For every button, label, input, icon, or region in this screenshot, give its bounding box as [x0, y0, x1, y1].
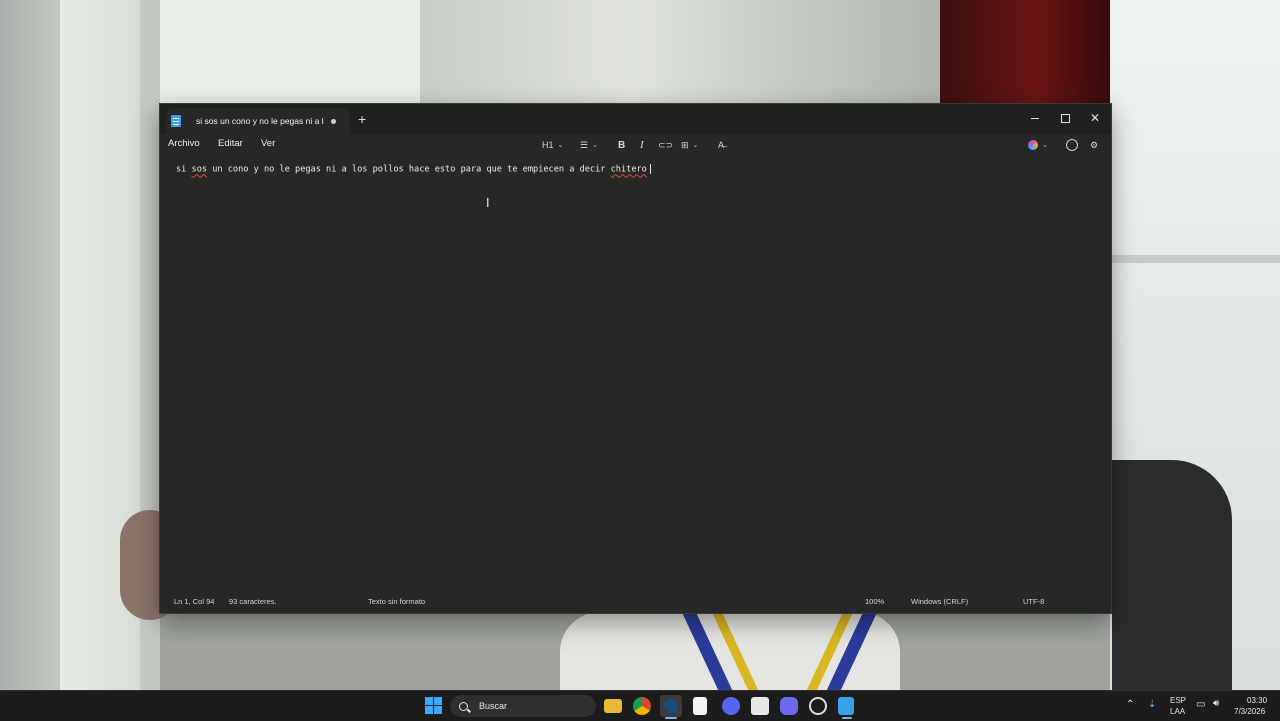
new-tab-button[interactable]: +	[358, 112, 366, 126]
account-button[interactable]	[1066, 137, 1078, 153]
text-caret	[649, 164, 651, 174]
gamepad-icon[interactable]	[780, 697, 798, 715]
notepad-window: si sos un cono y no le pegas ni a l + ✕ …	[160, 104, 1111, 613]
show-hidden-icons[interactable]: ⌃	[1126, 699, 1134, 710]
overwolf-icon[interactable]	[809, 697, 827, 715]
clock-date[interactable]: 7/3/2026	[1234, 707, 1265, 716]
table-dropdown[interactable]: ⊞ ⌄	[681, 137, 698, 153]
text-editor[interactable]: si sos un cono y no le pegas ni a los po…	[176, 164, 1095, 175]
link-button[interactable]: ⊂⊃	[658, 137, 673, 153]
menu-view[interactable]: Ver	[261, 138, 275, 149]
taskbar: Buscar ⌃ ⇣ ESP LAA ▭ 🔊︎ 03:30 7/3/2026	[0, 690, 1280, 721]
bold-button[interactable]: B	[618, 137, 625, 153]
notepad-taskbar-icon[interactable]	[838, 697, 854, 715]
account-icon	[1066, 139, 1078, 151]
ibeam-cursor-icon: I	[486, 196, 490, 210]
chevron-down-icon: ⌄	[557, 142, 564, 149]
settings-button[interactable]: ⚙	[1090, 137, 1098, 153]
heading-label: H1	[542, 140, 554, 150]
search-icon	[459, 701, 468, 711]
steam-button[interactable]	[660, 695, 682, 717]
chevron-down-icon: ⌄	[692, 142, 699, 149]
clear-format-icon: A̶	[718, 140, 725, 150]
list-dropdown[interactable]: ☰ ⌄	[580, 137, 598, 153]
bold-icon: B	[618, 139, 626, 151]
maximize-icon	[1060, 113, 1070, 123]
file-explorer-icon[interactable]	[604, 699, 622, 713]
list-icon: ☰	[580, 139, 589, 150]
copilot-dropdown[interactable]: ⌄	[1028, 137, 1048, 153]
misspelled-word[interactable]: sos	[192, 165, 208, 175]
network-icon[interactable]: ▭	[1196, 699, 1205, 710]
editor-text: un cono y no le pegas ni a los pollos ha…	[207, 164, 611, 175]
active-indicator	[842, 717, 852, 719]
start-button[interactable]	[425, 697, 442, 714]
volume-icon[interactable]: 🔊︎	[1213, 698, 1219, 709]
copilot-icon	[1028, 140, 1038, 150]
maximize-button[interactable]	[1055, 109, 1075, 127]
chrome-icon[interactable]	[633, 697, 651, 715]
editor-text: si	[176, 164, 192, 175]
document-tab[interactable]: si sos un cono y no le pegas ni a l	[166, 108, 350, 134]
chevron-down-icon: ⌄	[592, 142, 598, 149]
zoom-level[interactable]: 100%	[865, 597, 884, 606]
italic-icon: I	[640, 139, 644, 151]
cursor-position[interactable]: Ln 1, Col 94	[174, 597, 214, 606]
close-button[interactable]: ✕	[1085, 109, 1105, 127]
status-bar: Ln 1, Col 94 93 caracteres. Texto sin fo…	[160, 591, 1111, 613]
gear-icon: ⚙	[1090, 139, 1099, 150]
language-bottom[interactable]: LAA	[1170, 707, 1185, 716]
menu-file[interactable]: Archivo	[168, 138, 200, 149]
steam-icon	[664, 699, 678, 713]
table-icon: ⊞	[681, 139, 689, 150]
heading-dropdown[interactable]: H1 ⌄	[542, 137, 563, 153]
link-icon: ⊂⊃	[658, 139, 674, 150]
character-count: 93 caracteres.	[229, 597, 277, 606]
download-icon[interactable]: ⇣	[1148, 699, 1156, 710]
unsaved-dot-icon[interactable]	[331, 119, 336, 124]
menu-bar: Archivo Editar Ver H1 ⌄ ☰ ⌄ B I ⊂⊃ ⊞ ⌄ A̶ ⌄…	[160, 134, 1111, 156]
line-ending[interactable]: Windows (CRLF)	[911, 597, 968, 606]
discord-icon[interactable]	[722, 697, 740, 715]
tab-title: si sos un cono y no le pegas ni a l	[196, 116, 324, 126]
minimize-icon	[1031, 117, 1039, 119]
language-top[interactable]: ESP	[1170, 696, 1186, 705]
encoding[interactable]: UTF-8	[1023, 597, 1044, 606]
active-indicator	[665, 717, 677, 719]
menu-edit[interactable]: Editar	[218, 138, 243, 149]
document-icon[interactable]	[693, 697, 707, 715]
minimize-button[interactable]	[1025, 109, 1045, 127]
clock-time[interactable]: 03:30	[1247, 696, 1267, 705]
search-placeholder: Buscar	[479, 701, 508, 711]
notepad-icon	[171, 115, 181, 127]
misspelled-word[interactable]: chitero	[611, 165, 647, 175]
chevron-down-icon: ⌄	[1042, 142, 1048, 149]
format-status[interactable]: Texto sin formato	[368, 597, 425, 606]
italic-button[interactable]: I	[640, 137, 644, 153]
taskbar-search[interactable]: Buscar	[450, 695, 596, 717]
store-icon[interactable]	[751, 697, 769, 715]
clear-format-button[interactable]: A̶	[718, 137, 724, 153]
title-bar[interactable]: si sos un cono y no le pegas ni a l + ✕	[160, 104, 1111, 134]
